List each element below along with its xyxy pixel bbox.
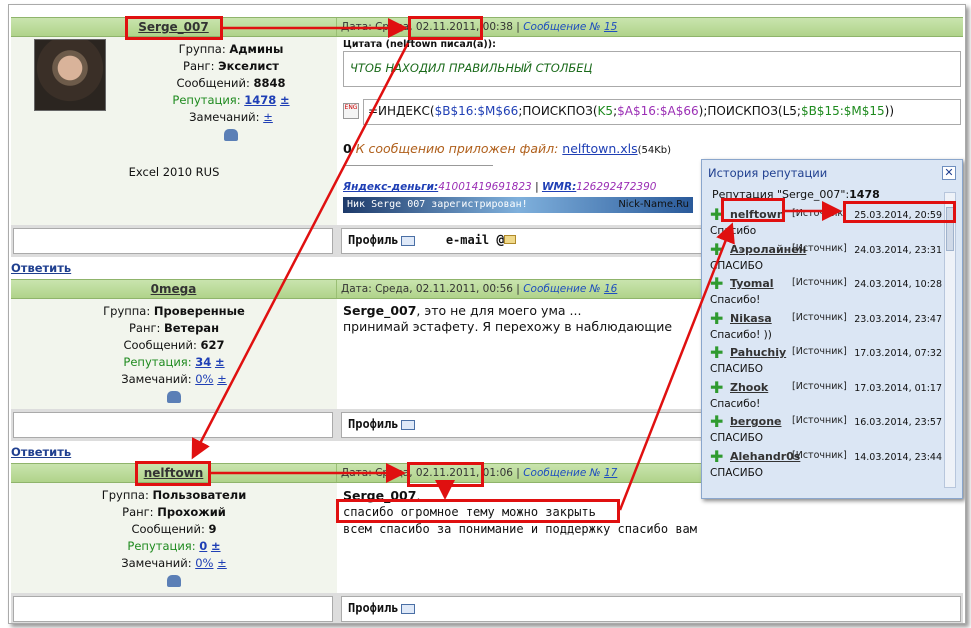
forum-thread: Serge_007 Дата: Среда, 02.11.2011, 00:38… xyxy=(8,4,966,624)
annotation-arrows xyxy=(191,18,842,511)
